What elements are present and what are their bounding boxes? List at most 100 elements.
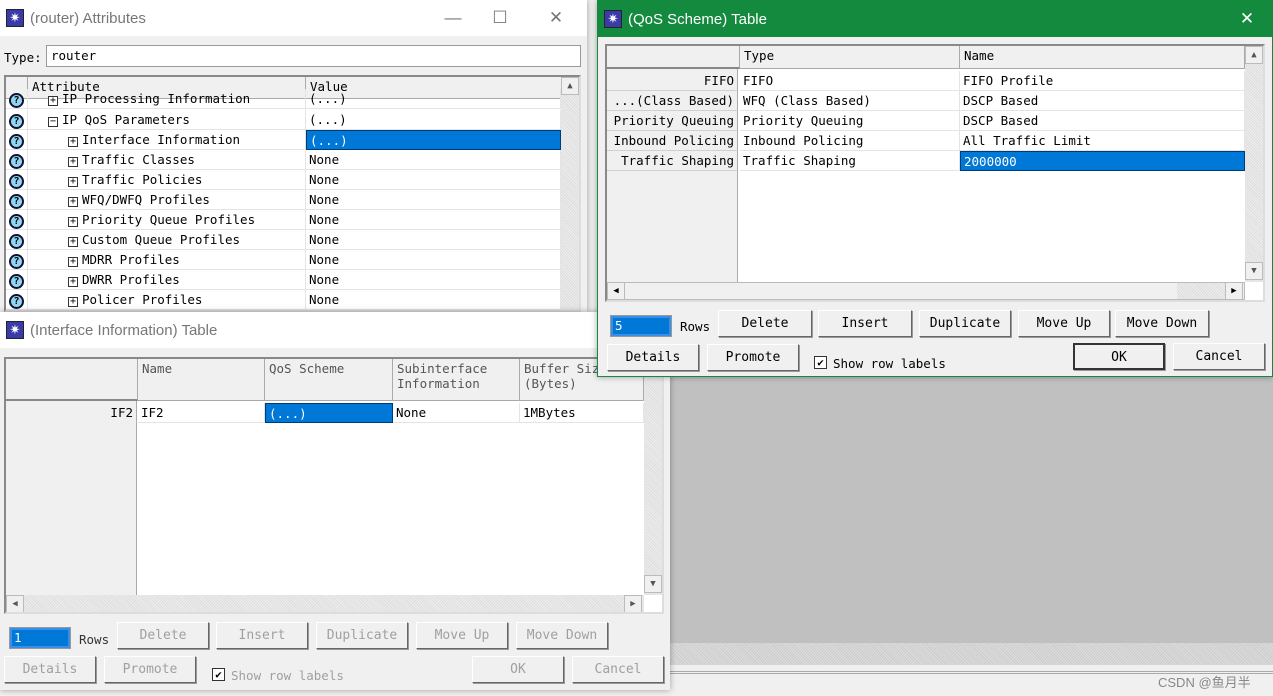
scroll-up-icon[interactable]: ▲ bbox=[1245, 46, 1263, 64]
help-icon[interactable]: ? bbox=[6, 210, 28, 230]
help-icon[interactable]: ? bbox=[6, 110, 28, 130]
name-cell[interactable]: All Traffic Limit bbox=[960, 131, 1245, 151]
attribute-cell[interactable]: + Priority Queue Profiles bbox=[28, 210, 306, 230]
column-header[interactable]: Name bbox=[138, 359, 265, 401]
scroll-right-icon[interactable]: ▶ bbox=[1225, 282, 1243, 300]
name-cell[interactable]: 2000000 bbox=[960, 151, 1245, 171]
expand-icon[interactable]: + bbox=[48, 96, 58, 106]
attribute-cell[interactable]: − IP QoS Parameters bbox=[28, 110, 306, 130]
move-down-button[interactable]: Move Down bbox=[1115, 310, 1209, 337]
attribute-cell[interactable]: + Traffic Policies bbox=[28, 170, 306, 190]
expand-icon[interactable]: + bbox=[68, 177, 78, 187]
row-label[interactable]: ...(Class Based) bbox=[607, 91, 738, 111]
attribute-cell[interactable]: + Policer Profiles bbox=[28, 290, 306, 310]
table-cell[interactable]: IF2 bbox=[138, 403, 265, 423]
expand-icon[interactable]: + bbox=[68, 237, 78, 247]
column-header-type[interactable]: Type bbox=[740, 46, 960, 69]
row-label[interactable]: Inbound Policing bbox=[607, 131, 738, 151]
horizontal-scrollbar-track[interactable] bbox=[1177, 283, 1227, 299]
scroll-left-icon[interactable]: ◀ bbox=[607, 282, 625, 300]
horizontal-scrollbar[interactable] bbox=[6, 595, 644, 612]
show-row-labels-checkbox[interactable]: ✔ bbox=[814, 356, 827, 369]
value-cell[interactable]: (...) bbox=[306, 130, 561, 150]
ok-button[interactable]: OK bbox=[1073, 343, 1165, 370]
column-header-name[interactable]: Name bbox=[960, 46, 1245, 69]
duplicate-button[interactable]: Duplicate bbox=[919, 310, 1011, 337]
help-icon[interactable]: ? bbox=[6, 150, 28, 170]
horizontal-scrollbar[interactable] bbox=[607, 282, 1245, 300]
help-icon[interactable]: ? bbox=[6, 230, 28, 250]
value-cell[interactable]: None bbox=[306, 150, 561, 170]
type-cell[interactable]: Priority Queuing bbox=[740, 111, 960, 131]
help-icon[interactable]: ? bbox=[6, 190, 28, 210]
value-cell[interactable]: None bbox=[306, 190, 561, 210]
vertical-scrollbar[interactable] bbox=[644, 359, 662, 595]
value-cell[interactable]: None bbox=[306, 250, 561, 270]
expand-icon[interactable]: + bbox=[68, 297, 78, 307]
cancel-button[interactable]: Cancel bbox=[572, 656, 664, 683]
attribute-cell[interactable]: + Custom Queue Profiles bbox=[28, 230, 306, 250]
expand-icon[interactable]: + bbox=[68, 217, 78, 227]
row-label[interactable]: Traffic Shaping bbox=[607, 151, 738, 171]
details-button[interactable]: Details bbox=[4, 656, 96, 683]
expand-icon[interactable]: + bbox=[68, 277, 78, 287]
help-icon[interactable]: ? bbox=[6, 89, 28, 109]
value-cell[interactable]: None bbox=[306, 290, 561, 310]
attribute-cell[interactable]: + IP Processing Information bbox=[28, 89, 306, 109]
help-icon[interactable]: ? bbox=[6, 250, 28, 270]
rows-count-input[interactable]: 5 bbox=[610, 315, 672, 337]
ok-button[interactable]: OK bbox=[472, 656, 564, 683]
close-icon[interactable]: ✕ bbox=[1224, 1, 1270, 37]
title-bar[interactable]: ✷ (QoS Scheme) Table ✕ bbox=[598, 1, 1272, 37]
scroll-left-icon[interactable]: ◀ bbox=[6, 595, 24, 612]
show-row-labels-label[interactable]: Show row labels bbox=[231, 668, 344, 683]
table-cell[interactable]: None bbox=[393, 403, 520, 423]
expand-icon[interactable]: + bbox=[68, 197, 78, 207]
name-cell[interactable]: DSCP Based bbox=[960, 111, 1245, 131]
insert-button[interactable]: Insert bbox=[216, 622, 308, 649]
duplicate-button[interactable]: Duplicate bbox=[316, 622, 408, 649]
column-header[interactable]: QoS Scheme bbox=[265, 359, 393, 401]
attribute-cell[interactable]: + MDRR Profiles bbox=[28, 250, 306, 270]
value-cell[interactable]: None bbox=[306, 210, 561, 230]
column-header[interactable]: Subinterface Information bbox=[393, 359, 520, 401]
expand-icon[interactable]: + bbox=[68, 257, 78, 267]
type-cell[interactable]: Inbound Policing bbox=[740, 131, 960, 151]
expand-icon[interactable]: + bbox=[68, 157, 78, 167]
show-row-labels-label[interactable]: Show row labels bbox=[833, 356, 946, 371]
type-cell[interactable]: FIFO bbox=[740, 71, 960, 91]
show-row-labels-checkbox[interactable]: ✔ bbox=[212, 668, 225, 681]
move-down-button[interactable]: Move Down bbox=[516, 622, 608, 649]
name-cell[interactable]: DSCP Based bbox=[960, 91, 1245, 111]
attribute-cell[interactable]: + Interface Information bbox=[28, 130, 306, 150]
delete-button[interactable]: Delete bbox=[117, 622, 209, 649]
help-icon[interactable]: ? bbox=[6, 130, 28, 150]
attribute-cell[interactable]: + WFQ/DWFQ Profiles bbox=[28, 190, 306, 210]
cancel-button[interactable]: Cancel bbox=[1173, 343, 1265, 370]
insert-button[interactable]: Insert bbox=[818, 310, 912, 337]
help-icon[interactable]: ? bbox=[6, 270, 28, 290]
value-cell[interactable]: None bbox=[306, 230, 561, 250]
promote-button[interactable]: Promote bbox=[104, 656, 196, 683]
value-cell[interactable]: (...) bbox=[306, 110, 561, 130]
title-bar[interactable]: ✷ (router) Attributes — ☐ ✕ bbox=[0, 0, 587, 36]
rows-count-input[interactable]: 1 bbox=[9, 627, 71, 649]
type-cell[interactable]: WFQ (Class Based) bbox=[740, 91, 960, 111]
title-bar[interactable]: ✷ (Interface Information) Table bbox=[0, 312, 670, 348]
table-cell[interactable]: 1MBytes bbox=[520, 403, 644, 423]
value-cell[interactable]: None bbox=[306, 170, 561, 190]
vertical-scrollbar[interactable] bbox=[1245, 46, 1263, 282]
maximize-icon[interactable]: ☐ bbox=[477, 0, 523, 36]
help-icon[interactable]: ? bbox=[6, 290, 28, 310]
value-cell[interactable]: (...) bbox=[306, 89, 561, 109]
collapse-icon[interactable]: − bbox=[48, 117, 58, 127]
move-up-button[interactable]: Move Up bbox=[416, 622, 508, 649]
expand-icon[interactable]: + bbox=[68, 137, 78, 147]
move-up-button[interactable]: Move Up bbox=[1018, 310, 1110, 337]
type-cell[interactable]: Traffic Shaping bbox=[740, 151, 960, 171]
row-label[interactable]: Priority Queuing bbox=[607, 111, 738, 131]
scroll-down-icon[interactable]: ▼ bbox=[1245, 262, 1263, 280]
row-label[interactable]: FIFO bbox=[607, 71, 738, 91]
type-field[interactable]: router bbox=[46, 45, 581, 67]
scroll-right-icon[interactable]: ▶ bbox=[624, 595, 642, 612]
